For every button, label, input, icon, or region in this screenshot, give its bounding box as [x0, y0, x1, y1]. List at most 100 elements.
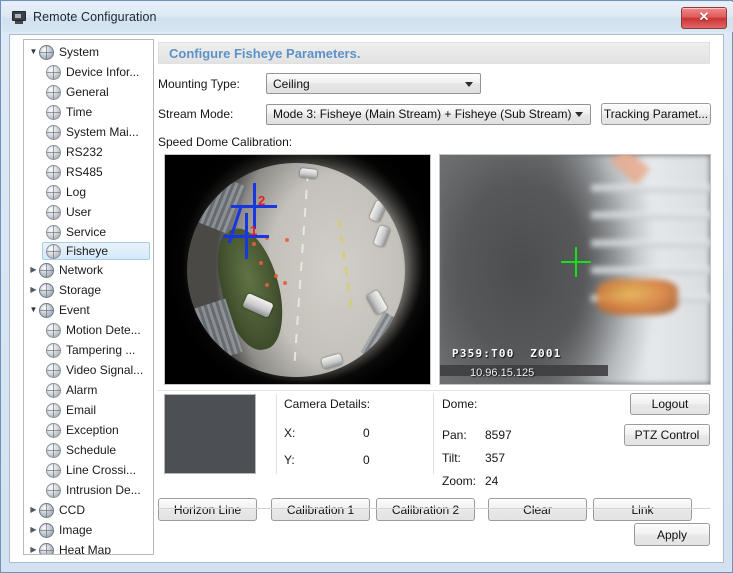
tree-item-label: Schedule — [66, 443, 117, 457]
speed-dome-calibration-label: Speed Dome Calibration: — [158, 135, 293, 149]
calibration-marker-1[interactable]: 1 — [223, 213, 269, 259]
tree-item-system[interactable]: ▼ System — [24, 42, 153, 62]
tree-item-label: Time — [66, 105, 93, 119]
item-globe-icon — [46, 402, 61, 418]
expander-closed-icon[interactable]: ▶ — [28, 520, 39, 540]
tree-item-label: Network — [59, 263, 104, 277]
tree-item-system-mai[interactable]: System Mai... — [24, 122, 153, 142]
tree-item-label: RS232 — [66, 145, 103, 159]
item-globe-icon — [46, 342, 61, 358]
tree-item-storage[interactable]: ▶ Storage — [24, 280, 153, 300]
link-button[interactable]: Link — [593, 498, 692, 521]
tree-item-label: System — [59, 45, 100, 59]
tree-item-rs485[interactable]: RS485 — [24, 162, 153, 182]
close-button[interactable]: ✕ — [681, 7, 727, 29]
tree-item-label: Intrusion De... — [66, 483, 141, 497]
item-globe-icon — [46, 104, 61, 120]
details-divider-2 — [433, 394, 434, 474]
category-globe-icon — [39, 502, 54, 518]
details-divider-1 — [276, 394, 277, 474]
dome-osd-text: P359:T00 Z001 — [452, 347, 562, 360]
tree-item-device-infor[interactable]: Device Infor... — [24, 62, 153, 82]
tree-item-label: Storage — [59, 283, 102, 297]
expander-closed-icon[interactable]: ▶ — [28, 540, 39, 554]
expander-open-icon[interactable]: ▼ — [28, 300, 39, 320]
category-globe-icon — [39, 542, 54, 554]
camera-x-label: X: — [284, 426, 296, 440]
tree-item-heat-map[interactable]: ▶ Heat Map — [24, 540, 153, 554]
dome-pan-label: Pan: — [442, 428, 467, 442]
tree-item-motion-dete[interactable]: Motion Dete... — [24, 320, 153, 340]
tracking-parameters-button[interactable]: Tracking Paramet... — [601, 103, 711, 125]
mounting-type-label: Mounting Type: — [158, 76, 240, 91]
calibration-1-button[interactable]: Calibration 1 — [271, 498, 370, 521]
item-globe-icon — [46, 442, 61, 458]
tree-item-label: Video Signal... — [66, 363, 144, 377]
dome-details-title: Dome: — [442, 397, 478, 411]
item-globe-icon — [46, 462, 61, 478]
tree-item-ccd[interactable]: ▶ CCD — [24, 500, 153, 520]
stream-mode-select[interactable]: Mode 3: Fisheye (Main Stream) + Fisheye … — [266, 103, 591, 125]
tree-item-fisheye[interactable]: Fisheye — [42, 242, 150, 260]
tree-item-general[interactable]: General — [24, 82, 153, 102]
category-globe-icon — [39, 262, 54, 278]
item-globe-icon — [46, 84, 61, 100]
tree-item-network[interactable]: ▶ Network — [24, 260, 153, 280]
item-globe-icon — [46, 224, 61, 240]
ptz-control-button[interactable]: PTZ Control — [624, 424, 710, 446]
chevron-down-icon — [465, 81, 473, 87]
tree-item-label: Exception — [66, 423, 119, 437]
tree-item-exception[interactable]: Exception — [24, 420, 153, 440]
window-title: Remote Configuration — [33, 10, 157, 24]
tree-item-alarm[interactable]: Alarm — [24, 380, 153, 400]
fisheye-scene — [187, 163, 405, 377]
snapshot-thumbnail[interactable] — [164, 394, 256, 474]
tree-item-video-signal[interactable]: Video Signal... — [24, 360, 153, 380]
tree-item-service[interactable]: Service — [24, 222, 153, 242]
mounting-type-select[interactable]: Ceiling — [266, 73, 481, 94]
expander-closed-icon[interactable]: ▶ — [28, 260, 39, 280]
item-globe-icon — [46, 184, 61, 200]
category-globe-icon — [39, 282, 54, 298]
camera-details-title: Camera Details: — [284, 397, 371, 411]
item-globe-icon — [46, 362, 61, 378]
camera-y-value: 0 — [363, 453, 370, 467]
tree-item-rs232[interactable]: RS232 — [24, 142, 153, 162]
window-titlebar: Remote Configuration ✕ — [2, 2, 733, 32]
remote-configuration-window: Remote Configuration ✕ ▼ System Device Inf… — [0, 0, 733, 573]
close-icon: ✕ — [698, 9, 710, 24]
tree-item-schedule[interactable]: Schedule — [24, 440, 153, 460]
apply-button[interactable]: Apply — [634, 523, 710, 546]
tree-item-label: Event — [59, 303, 90, 317]
calibration-2-button[interactable]: Calibration 2 — [376, 498, 475, 521]
dome-zoom-value: 24 — [485, 474, 499, 488]
expander-closed-icon[interactable]: ▶ — [28, 280, 39, 300]
clear-button[interactable]: Clear — [488, 498, 587, 521]
expander-open-icon[interactable]: ▼ — [28, 42, 39, 62]
tree-item-event[interactable]: ▼ Event — [24, 300, 153, 320]
logout-button[interactable]: Logout — [630, 393, 710, 415]
tree-item-tampering[interactable]: Tampering ... — [24, 340, 153, 360]
tree-item-email[interactable]: Email — [24, 400, 153, 420]
stream-mode-label: Stream Mode: — [158, 107, 234, 121]
horizon-line-button[interactable]: Horizon Line — [158, 498, 257, 521]
tree-item-label: Device Infor... — [66, 65, 140, 79]
page-title: Configure Fisheye Parameters. — [169, 45, 361, 61]
dome-preview[interactable]: P359:T00 Z001 10.96.15.125 — [439, 154, 711, 385]
tree-item-line-crossi[interactable]: Line Crossi... — [24, 460, 153, 480]
tree-item-log[interactable]: Log — [24, 182, 153, 202]
fisheye-preview[interactable]: 2 1 — [164, 154, 431, 385]
tree-item-intrusion-de[interactable]: Intrusion De... — [24, 480, 153, 500]
tree-item-image[interactable]: ▶ Image — [24, 520, 153, 540]
item-globe-icon — [46, 243, 61, 259]
monitor-icon — [11, 9, 27, 25]
tree-item-time[interactable]: Time — [24, 102, 153, 122]
item-globe-icon — [46, 204, 61, 220]
tree-item-label: User — [66, 205, 92, 219]
expander-closed-icon[interactable]: ▶ — [28, 500, 39, 520]
item-globe-icon — [46, 124, 61, 140]
navigation-tree[interactable]: ▼ System Device Infor... General Time System … — [23, 39, 154, 555]
page-title-banner: Configure Fisheye Parameters. — [158, 42, 710, 64]
dome-pan-value: 8597 — [485, 428, 512, 442]
tree-item-user[interactable]: User — [24, 202, 153, 222]
